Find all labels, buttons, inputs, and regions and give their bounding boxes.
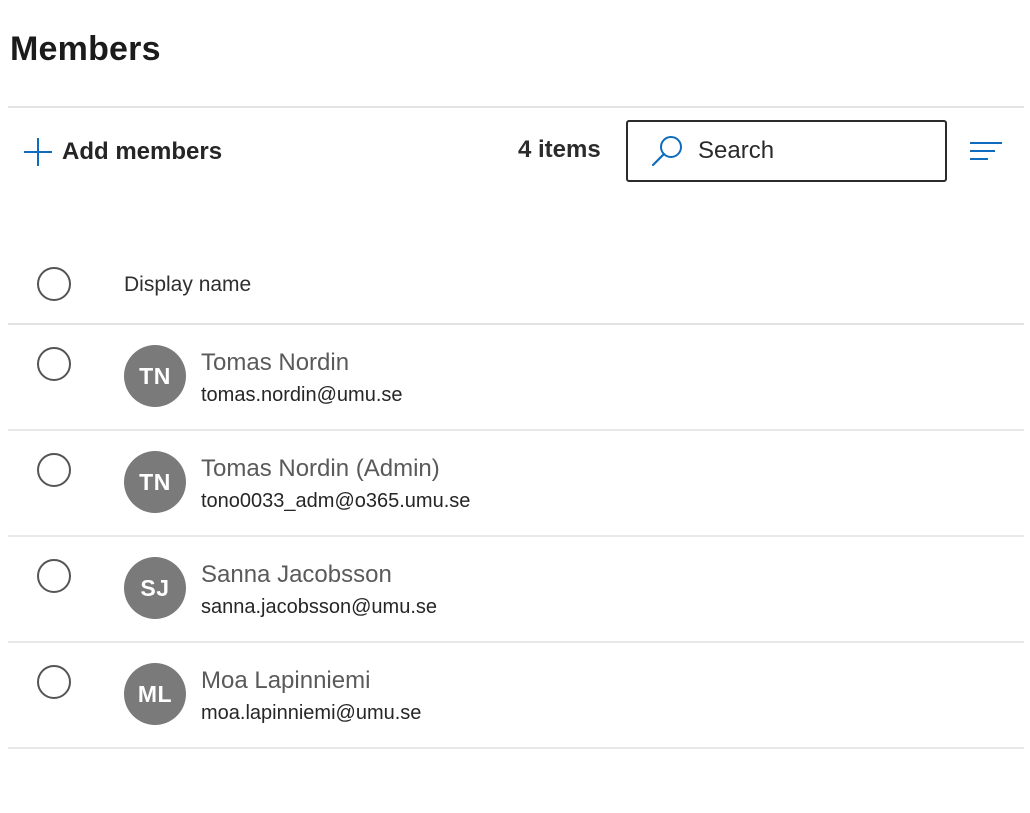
table-row[interactable]: TN Tomas Nordin (Admin) tono0033_adm@o36… <box>8 431 1024 537</box>
row-select-radio[interactable] <box>37 347 71 381</box>
avatar: TN <box>124 345 186 407</box>
member-name[interactable]: Moa Lapinniemi <box>201 667 370 695</box>
search-placeholder: Search <box>698 137 775 164</box>
add-members-button[interactable]: Add members <box>22 132 222 172</box>
avatar: SJ <box>124 557 186 619</box>
row-select-radio[interactable] <box>37 453 71 487</box>
table-row[interactable]: SJ Sanna Jacobsson sanna.jacobsson@umu.s… <box>8 537 1024 643</box>
avatar: TN <box>124 451 186 513</box>
member-name[interactable]: Tomas Nordin <box>201 349 349 377</box>
member-email: tono0033_adm@o365.umu.se <box>201 490 471 512</box>
column-header-display-name[interactable]: Display name <box>124 273 251 297</box>
table-row[interactable]: TN Tomas Nordin tomas.nordin@umu.se <box>8 325 1024 431</box>
page-title: Members <box>10 30 161 68</box>
row-select-radio[interactable] <box>37 665 71 699</box>
plus-icon <box>24 138 52 166</box>
select-all-radio[interactable] <box>37 267 71 301</box>
table-row[interactable]: ML Moa Lapinniemi moa.lapinniemi@umu.se <box>8 643 1024 749</box>
search-icon <box>651 136 682 167</box>
search-input[interactable]: Search <box>626 120 947 182</box>
member-email: sanna.jacobsson@umu.se <box>201 596 437 618</box>
add-members-label: Add members <box>62 138 223 165</box>
row-select-radio[interactable] <box>37 559 71 593</box>
member-name[interactable]: Sanna Jacobsson <box>201 561 392 589</box>
members-page: Members Add members 4 items Search Displ… <box>0 0 1030 813</box>
filter-icon[interactable] <box>968 138 1004 166</box>
member-email: moa.lapinniemi@umu.se <box>201 702 422 724</box>
title-divider <box>8 106 1024 108</box>
item-count: 4 items <box>518 136 601 163</box>
member-name[interactable]: Tomas Nordin (Admin) <box>201 455 440 483</box>
member-email: tomas.nordin@umu.se <box>201 384 403 406</box>
avatar: ML <box>124 663 186 725</box>
table-header: Display name <box>8 245 1024 325</box>
